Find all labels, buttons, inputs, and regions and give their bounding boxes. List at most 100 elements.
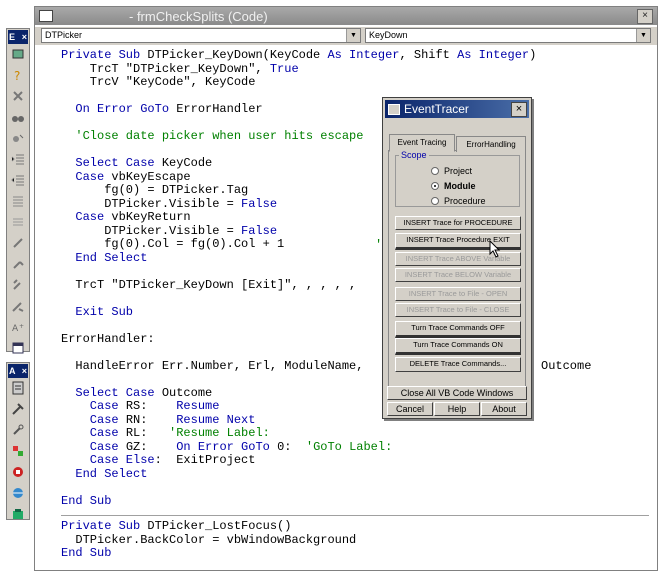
code-keyword: Case Else [61, 453, 155, 467]
scope-procedure-radio[interactable]: Procedure [431, 196, 486, 206]
close-all-code-windows-button[interactable]: Close All VB Code Windows [387, 386, 527, 400]
code-line[interactable]: Case GZ: On Error GoTo 0: 'GoTo Label: [61, 439, 536, 455]
object-combo-value: DTPicker [45, 30, 83, 40]
turn-trace-off-button[interactable]: Turn Trace Commands OFF [395, 321, 521, 338]
code-text: DTPicker_KeyDown(KeyCode [147, 48, 328, 62]
calculator-icon[interactable] [9, 379, 27, 397]
code-keyword: Case [61, 439, 126, 454]
uncomment-block-icon[interactable] [9, 213, 27, 231]
code-text: DTPicker_LostFocus() [147, 519, 292, 533]
tab-error-handling[interactable]: ErrorHandling [456, 136, 526, 152]
code-keyword: Case [61, 399, 126, 413]
object-combo-arrow-icon[interactable]: ▼ [346, 29, 360, 42]
turn-trace-on-button[interactable]: Turn Trace Commands ON [395, 338, 521, 355]
scope-project-radio[interactable]: Project [431, 166, 472, 176]
object-combo[interactable]: DTPicker ▼ [41, 28, 361, 43]
code-line[interactable]: TrcV "KeyCode", KeyCode [61, 75, 536, 90]
code-window-titlebar: - frmCheckSplits (Code) × [35, 7, 657, 25]
code-line[interactable]: Private Sub DTPicker_LostFocus() [61, 519, 356, 534]
code-text: TrcT "DTPicker_KeyDown", [61, 61, 270, 76]
outdent-icon[interactable] [9, 171, 27, 189]
code-line[interactable]: Case Else: ExitProject [61, 453, 536, 468]
clear-bookmarks-icon[interactable] [9, 297, 27, 315]
insert-trace-below-button[interactable]: INSERT Trace BELOW Variable [395, 268, 521, 282]
wrench-icon[interactable] [9, 421, 27, 439]
code-text: ) [529, 48, 537, 62]
code-keyword: Select Case [61, 156, 162, 170]
cancel-button[interactable]: Cancel [387, 402, 433, 416]
scope-module-radio[interactable]: Module [431, 181, 476, 191]
code-keyword: As Integer [327, 48, 400, 62]
bookmark-icon[interactable] [9, 234, 27, 252]
delete-x-icon[interactable] [9, 87, 27, 105]
properties-icon[interactable] [9, 45, 27, 63]
help-question-icon[interactable]: ? [9, 66, 27, 84]
next-bookmark-icon[interactable] [9, 255, 27, 273]
procedure-combo[interactable]: KeyDown ▼ [365, 28, 651, 43]
code-line[interactable]: End Sub [61, 546, 356, 561]
code-text: GZ: [125, 439, 177, 454]
font-size-icon[interactable]: A + [9, 318, 27, 336]
globe-icon[interactable] [9, 484, 27, 502]
code-keyword: On Error GoTo [61, 102, 177, 116]
code-line[interactable]: TrcT "DTPicker_KeyDown", True [61, 61, 536, 77]
scope-module-label: Module [444, 181, 476, 191]
code-text: fg(0) = DTPicker.Tag [61, 183, 249, 197]
tools-icon[interactable] [9, 400, 27, 418]
event-tracer-close-button[interactable]: × [511, 102, 527, 117]
code-text: DTPicker.BackColor = vbWindowBackground [61, 532, 357, 547]
code-text: DTPicker.Visible = [61, 223, 242, 238]
insert-trace-procedure-button[interactable]: INSERT Trace for PROCEDURE [395, 216, 521, 230]
toolbar-2-close-icon[interactable]: × [22, 366, 27, 376]
package-icon[interactable] [9, 505, 27, 523]
comment-block-icon[interactable] [9, 192, 27, 210]
scope-procedure-label: Procedure [444, 196, 486, 206]
procedure-combo-value: KeyDown [369, 30, 408, 40]
code-text: Outcome [161, 385, 213, 400]
code-keyword: End Sub [61, 493, 112, 508]
code-keyword: Case [61, 426, 126, 440]
event-tracer-title: EventTracer [404, 102, 469, 116]
code-text: ErrorHandler [176, 102, 263, 116]
insert-trace-file-close-button[interactable]: INSERT Trace to File - CLOSE [395, 303, 521, 317]
delete-trace-button[interactable]: DELETE Trace Commands... [395, 357, 521, 372]
code-line[interactable]: Private Sub DTPicker_KeyDown(KeyCode As … [61, 48, 537, 63]
code-text: DTPicker.Visible = [61, 196, 242, 211]
mouse-pointer-icon [489, 240, 501, 258]
code-text: , Shift [399, 48, 458, 62]
radio-dot-icon [431, 167, 439, 175]
help-button[interactable]: Help [434, 402, 480, 416]
stop-icon[interactable] [9, 463, 27, 481]
code-text: ErrorHandler: [61, 331, 155, 346]
code-block-lostfocus[interactable]: Private Sub DTPicker_LostFocus() DTPicke… [61, 519, 357, 561]
procedure-combo-arrow-icon[interactable]: ▼ [636, 29, 650, 42]
procedure-separator [61, 515, 649, 516]
window-icon[interactable] [9, 339, 27, 357]
find-binoculars-icon[interactable] [9, 108, 27, 126]
code-line[interactable]: End Select [61, 466, 536, 482]
code-keyword: False [241, 223, 278, 238]
code-line[interactable] [61, 481, 536, 495]
code-line[interactable]: End Sub [61, 493, 536, 509]
code-text: RS: [125, 399, 177, 413]
addin-icon[interactable] [9, 442, 27, 460]
code-keyword: Select Case [61, 385, 162, 400]
code-comment: 'GoTo Label: [305, 439, 393, 454]
find-next-icon[interactable] [9, 129, 27, 147]
toolbar-1-title: E × [8, 30, 28, 44]
code-text: 0: [277, 439, 306, 454]
code-text: HandleError Err.Number, Erl, ModuleName, [61, 358, 364, 373]
code-window: - frmCheckSplits (Code) × DTPicker ▼ Key… [34, 6, 658, 571]
prev-bookmark-icon[interactable] [9, 276, 27, 294]
radio-dot-selected-icon [431, 182, 439, 190]
code-window-close-button[interactable]: × [637, 9, 653, 24]
code-keyword: End Sub [61, 546, 112, 560]
code-keyword: End Select [61, 466, 148, 481]
indent-icon[interactable] [9, 150, 27, 168]
code-line[interactable]: DTPicker.BackColor = vbWindowBackground [61, 532, 357, 548]
toolbar-1-close-icon[interactable]: × [22, 32, 27, 42]
code-line[interactable]: Case RL: 'Resume Label: [61, 426, 536, 441]
insert-trace-file-open-button[interactable]: INSERT Trace to File - OPEN [395, 287, 521, 301]
code-keyword: On Error GoTo [176, 439, 278, 454]
about-button[interactable]: About [481, 402, 527, 416]
